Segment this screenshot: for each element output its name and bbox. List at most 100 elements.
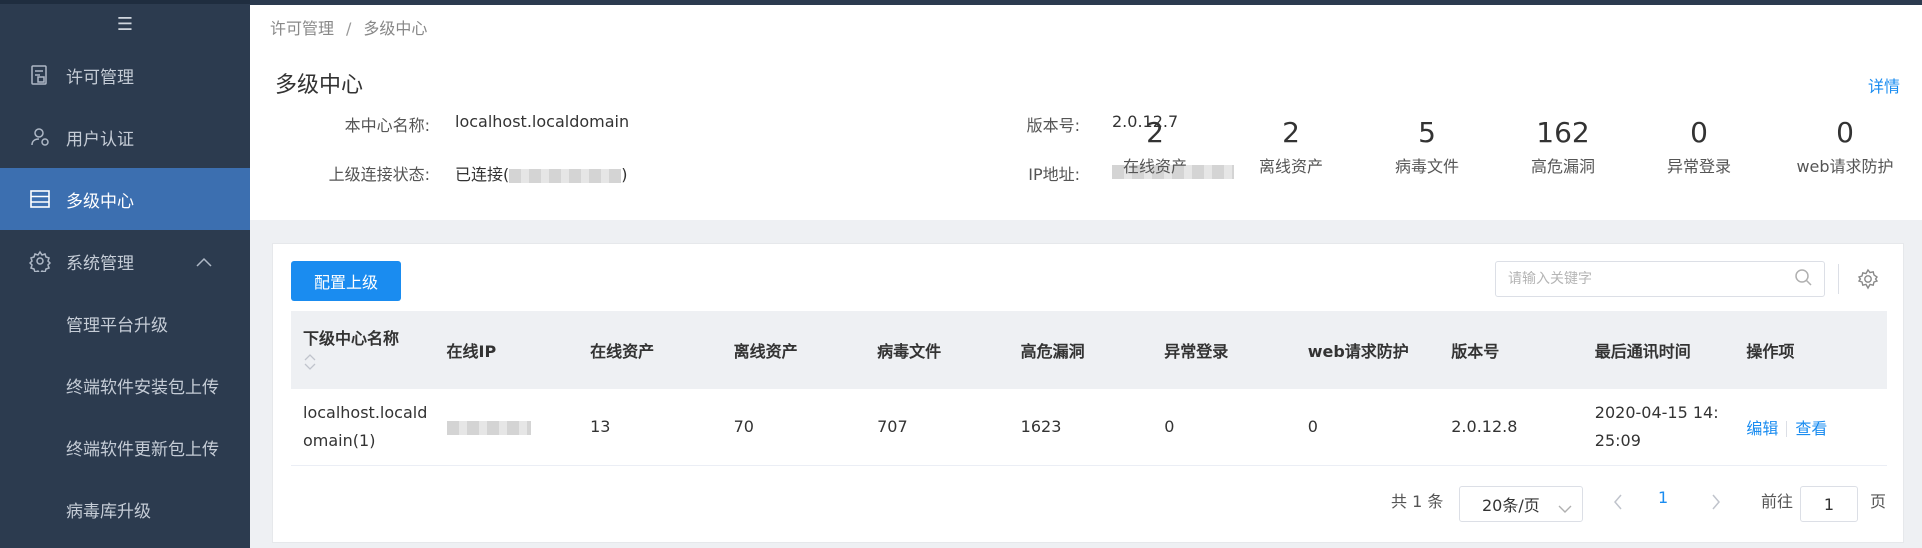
stat-abnormal-login: 0 异常登录 — [1634, 115, 1764, 177]
center-name-value: localhost.localdomain — [455, 112, 630, 131]
center-name-label: 本中心名称: — [344, 116, 430, 135]
cell-text: localhost.locald — [303, 402, 428, 422]
sidebar-item-license[interactable]: 许可管理 — [0, 44, 250, 106]
stat-value: 2 — [1282, 116, 1300, 149]
sidebar-item-multi-center[interactable]: 多级中心 — [0, 168, 250, 230]
cell-text: 25:09 — [1594, 430, 1641, 450]
cell-last-time: 2020-04-15 14: 25:09 — [1582, 389, 1735, 466]
stat-virus-files: 5 病毒文件 — [1362, 115, 1492, 177]
sidebar-item-label: 多级中心 — [66, 191, 134, 212]
hamburger-icon[interactable]: ☰ — [0, 4, 250, 44]
stat-web-protect: 0 web请求防护 — [1770, 115, 1920, 177]
sidebar-subitem-virus-db[interactable]: 病毒库升级 — [0, 478, 250, 540]
column-header-version: 版本号 — [1451, 342, 1500, 361]
chevron-down-icon — [1558, 499, 1572, 518]
redacted-ip — [446, 420, 531, 435]
cell-online-ip — [434, 389, 579, 466]
goto-label: 前往 — [1761, 492, 1794, 511]
sidebar-item-label: 系统管理 — [66, 253, 134, 274]
multi-center-icon — [28, 187, 52, 211]
column-header-name[interactable]: 下级中心名称 — [291, 311, 435, 389]
stat-label: 高危漏洞 — [1530, 157, 1595, 176]
sidebar-subitem-platform-upgrade[interactable]: 管理平台升级 — [0, 292, 250, 354]
detail-link[interactable]: 详情 — [1868, 73, 1900, 97]
page-suffix-label: 页 — [1870, 492, 1887, 511]
column-header-web-protect: web请求防护 — [1307, 342, 1409, 361]
goto-page-input[interactable] — [1800, 486, 1858, 522]
stat-high-risk: 162 高危漏洞 — [1498, 115, 1628, 177]
column-header-virus-files: 病毒文件 — [877, 342, 942, 361]
cell-actions: 编辑 查看 — [1734, 389, 1887, 466]
sidebar-item-system[interactable]: 系统管理 — [0, 230, 250, 292]
next-page-icon[interactable] — [1711, 494, 1721, 514]
breadcrumb-parent[interactable]: 许可管理 — [270, 19, 334, 38]
search-icon[interactable] — [1794, 268, 1812, 290]
cell-offline-assets: 70 — [721, 389, 866, 466]
sidebar-subitem-label: 病毒库升级 — [66, 501, 151, 522]
stat-offline-assets: 2 离线资产 — [1226, 115, 1356, 177]
breadcrumb-separator: / — [346, 19, 352, 38]
breadcrumb: 许可管理 / 多级中心 — [270, 15, 427, 39]
settings-gear-icon[interactable] — [1857, 268, 1879, 294]
table-row: localhost.locald omain(1) 13 70 707 1623… — [291, 389, 1887, 466]
stat-label: 在线资产 — [1122, 157, 1187, 176]
page-title: 多级中心 — [275, 73, 364, 98]
view-link[interactable]: 查看 — [1795, 419, 1827, 438]
stat-label: 病毒文件 — [1394, 157, 1459, 176]
cell-high-risk: 1623 — [1008, 389, 1153, 466]
upstream-status-prefix: 已连接( — [455, 165, 510, 184]
sidebar-subitem-label: 终端软件更新包上传 — [66, 439, 219, 460]
column-header-online-ip: 在线IP — [446, 342, 497, 361]
edit-link[interactable]: 编辑 — [1746, 419, 1778, 438]
ip-label: IP地址: — [1028, 165, 1080, 184]
stat-value: 2 — [1146, 116, 1164, 149]
stat-value: 0 — [1690, 116, 1708, 149]
toolbar-divider — [1838, 264, 1839, 294]
gear-icon — [28, 249, 52, 273]
stat-label: 离线资产 — [1258, 157, 1323, 176]
table-header-row: 下级中心名称 在线IP 在线资产 离线资产 病毒文件 高危漏洞 异常登录 web… — [291, 311, 1887, 389]
version-label: 版本号: — [1026, 116, 1080, 135]
sidebar: ☰ 许可管理 用户认证 多级中心 系统管理 管理平台升级 终端软件安装包上传 终… — [0, 0, 250, 548]
cell-online-assets: 13 — [578, 389, 722, 466]
sidebar-item-label: 许可管理 — [66, 67, 134, 88]
stat-value: 5 — [1418, 116, 1436, 149]
upstream-status-label: 上级连接状态: — [328, 165, 430, 184]
cell-text: omain(1) — [303, 430, 376, 450]
content-card: 配置上级 下级中心名称 在线IP 在线资产 离线资产 病毒 — [272, 243, 1904, 543]
sidebar-item-label: 用户认证 — [66, 129, 134, 150]
column-header-last-time: 最后通讯时间 — [1594, 342, 1691, 361]
column-header-offline-assets: 离线资产 — [733, 342, 798, 361]
column-header-online-assets: 在线资产 — [590, 342, 655, 361]
chevron-up-icon — [196, 252, 212, 272]
page-size-value: 20条/页 — [1482, 496, 1540, 515]
action-separator — [1786, 421, 1788, 438]
redacted-ip — [509, 168, 622, 183]
pagination-total: 共 1 条 — [1391, 492, 1444, 511]
cell-text: 2020-04-15 14: — [1594, 402, 1719, 422]
user-icon — [28, 125, 52, 149]
page-number-current[interactable]: 1 — [1658, 488, 1668, 507]
column-header-high-risk: 高危漏洞 — [1020, 342, 1085, 361]
cell-abnormal-login: 0 — [1152, 389, 1296, 466]
search-input[interactable] — [1508, 271, 1794, 287]
sidebar-subitem-install-upload[interactable]: 终端软件安装包上传 — [0, 354, 250, 416]
cell-version: 2.0.12.8 — [1439, 389, 1583, 466]
page-size-select[interactable]: 20条/页 — [1459, 486, 1583, 522]
breadcrumb-current: 多级中心 — [363, 19, 428, 38]
column-label: 下级中心名称 — [303, 329, 400, 348]
sort-icon[interactable] — [303, 353, 435, 375]
stat-online-assets: 2 在线资产 — [1090, 115, 1220, 177]
search-box[interactable] — [1495, 261, 1825, 297]
cell-virus-files: 707 — [865, 389, 1009, 466]
header-panel: 许可管理 / 多级中心 多级中心 详情 本中心名称: localhost.local… — [250, 5, 1922, 220]
prev-page-icon[interactable] — [1613, 494, 1623, 514]
upstream-status-suffix: ) — [621, 165, 628, 184]
column-header-actions: 操作项 — [1746, 342, 1795, 361]
sidebar-subitem-update-upload[interactable]: 终端软件更新包上传 — [0, 416, 250, 478]
cell-name: localhost.locald omain(1) — [291, 389, 435, 466]
sidebar-item-user-auth[interactable]: 用户认证 — [0, 106, 250, 168]
license-icon — [28, 63, 52, 87]
sidebar-subitem-label: 管理平台升级 — [66, 315, 168, 336]
config-upstream-button[interactable]: 配置上级 — [291, 261, 401, 301]
